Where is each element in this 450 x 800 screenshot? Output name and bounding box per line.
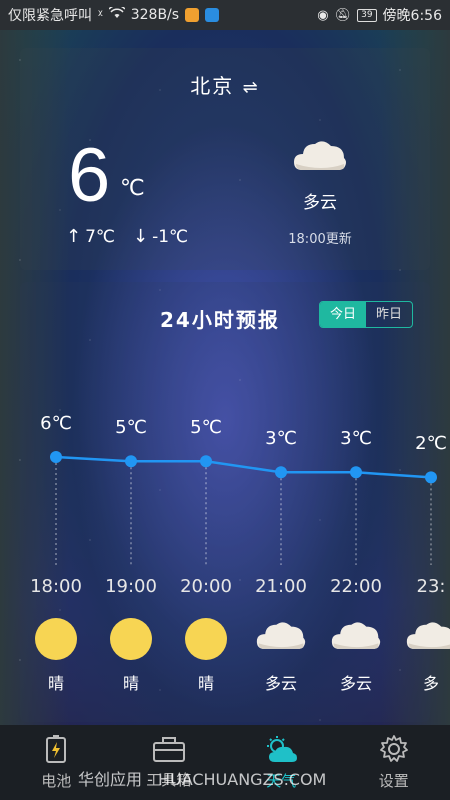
toolbox-icon	[152, 737, 185, 762]
time-label: 23:	[416, 576, 446, 597]
swap-icon[interactable]: ⇌	[243, 77, 260, 98]
notification-app-icon-2	[205, 8, 220, 22]
battery-icon	[46, 735, 67, 763]
low-temp: ↓ -1℃	[133, 226, 188, 247]
day-toggle: 今日 昨日	[319, 301, 413, 328]
temperature-point	[50, 451, 62, 463]
temperature-label: 5℃	[115, 417, 147, 439]
temperature-label: 3℃	[340, 428, 372, 450]
sun-icon	[110, 618, 152, 660]
watermark-text: 华创应用 - HUACHUANGZS.COM	[78, 770, 327, 789]
nav-settings[interactable]: 设置	[338, 725, 450, 800]
time-label: 22:00	[330, 576, 382, 597]
city-name: 北京	[190, 74, 235, 98]
carrier-text: 仅限紧急呼叫	[8, 8, 92, 24]
clock: 傍晚6:56	[382, 8, 442, 24]
arrow-up-icon: ↑	[66, 226, 82, 247]
condition-label: 多	[422, 674, 440, 692]
high-temp-value: 7℃	[85, 227, 116, 247]
current-condition: 多云	[303, 193, 337, 213]
temperature-label: 2℃	[415, 433, 447, 455]
high-low-temps: ↑ 7℃ ↓ -1℃	[66, 226, 188, 247]
arrow-down-icon: ↓	[133, 226, 149, 247]
cloud-icon	[292, 138, 348, 172]
temperature-line	[55, 455, 432, 479]
cloud-icon	[405, 618, 450, 656]
city-selector[interactable]: 北京 ⇌	[0, 70, 450, 99]
temperature-label: 3℃	[265, 428, 297, 450]
temperature-label: 5℃	[190, 417, 222, 439]
notification-app-icon	[185, 8, 200, 22]
wifi-icon	[108, 4, 126, 23]
mute-icon: 🔕︎	[334, 7, 352, 23]
cloud-icon	[330, 618, 382, 656]
sun-icon	[185, 618, 227, 660]
no-signal-icon: ᵡ	[98, 7, 103, 23]
time-label: 18:00	[30, 576, 82, 597]
condition-label: 晴	[197, 674, 215, 692]
weather-icon	[267, 736, 298, 762]
time-label: 20:00	[180, 576, 232, 597]
eye-icon: ◉	[317, 7, 329, 23]
temperature-label: 6℃	[40, 413, 72, 434]
condition-label: 多云	[339, 674, 373, 692]
cloud-icon	[255, 618, 307, 656]
temperature-point	[200, 455, 212, 468]
sun-icon	[35, 618, 77, 660]
temperature-unit: ℃	[120, 176, 145, 201]
tab-yesterday[interactable]: 昨日	[366, 302, 412, 327]
hourly-conditions-row: 晴 晴 晴 多云 多云 多	[0, 612, 450, 692]
condition-label: 晴	[122, 674, 140, 692]
update-time: 18:00更新	[288, 232, 352, 247]
nav-settings-label: 设置	[378, 772, 409, 790]
condition-label: 多云	[264, 674, 298, 692]
forecast-title: 24小时预报	[160, 308, 280, 332]
battery-indicator: 39	[357, 8, 377, 22]
low-temp-value: -1℃	[152, 227, 189, 247]
condition-label: 晴	[47, 674, 65, 692]
gear-icon	[379, 735, 408, 762]
time-label: 19:00	[105, 576, 157, 597]
nav-battery-label: 电池	[41, 772, 72, 790]
temperature-point	[275, 466, 287, 479]
temperature-point	[425, 471, 437, 484]
status-bar: 仅限紧急呼叫 ᵡ 328B/s ◉ 🔕︎ 39 傍晚6:56	[0, 0, 450, 30]
high-temp: ↑ 7℃	[66, 226, 115, 247]
current-temperature: 6	[68, 133, 111, 218]
temperature-point	[350, 466, 362, 479]
hourly-temperature-chart: 6℃ 18:00 5℃ 19:00 5℃ 20:00 3℃ 21:00 3℃ 22:00 2℃ 23:	[0, 400, 450, 610]
network-speed: 328B/s	[130, 7, 180, 23]
time-label: 21:00	[255, 576, 307, 597]
tab-today[interactable]: 今日	[320, 302, 366, 327]
temperature-point	[125, 455, 137, 468]
